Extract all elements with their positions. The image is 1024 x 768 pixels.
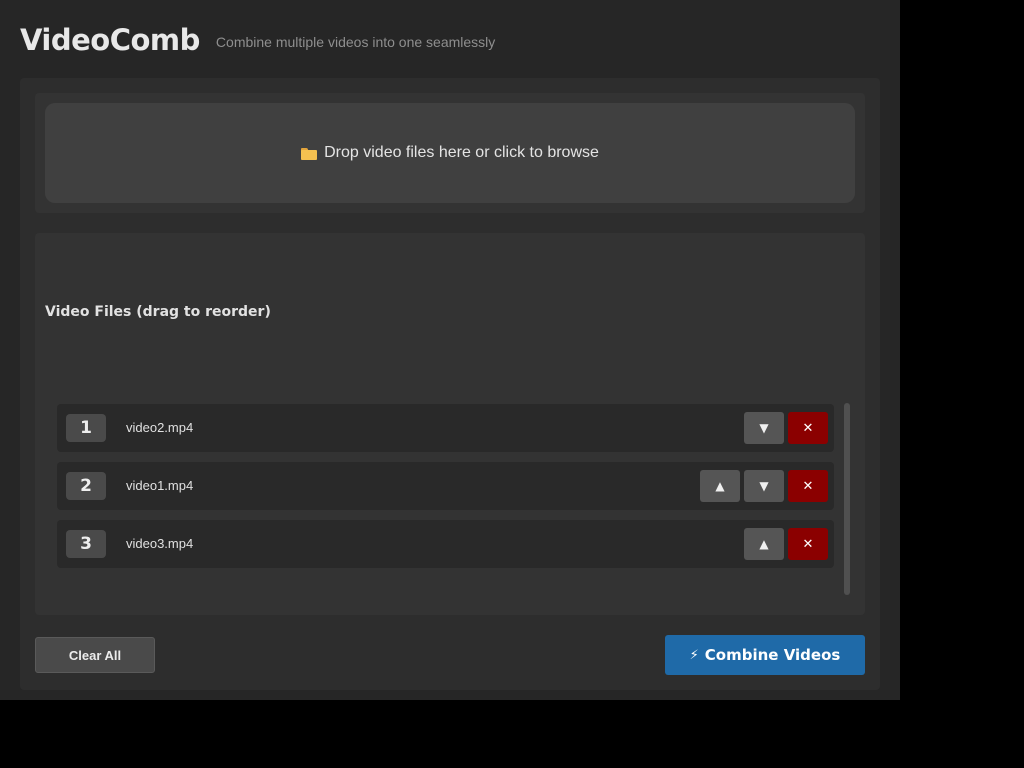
app-window: VideoComb Combine multiple videos into o… [0, 0, 900, 700]
move-up-button[interactable]: ▲ [700, 470, 740, 502]
file-row[interactable]: 3 video3.mp4 ▲ ✕ [57, 520, 834, 568]
file-name: video1.mp4 [126, 478, 194, 493]
drop-zone-text: Drop video files here or click to browse [324, 144, 599, 161]
file-index-badge: 3 [66, 530, 106, 558]
app-subtitle: Combine multiple videos into one seamles… [215, 33, 496, 50]
lightning-icon: ⚡ [689, 647, 699, 663]
file-name: video3.mp4 [126, 536, 194, 551]
remove-button[interactable]: ✕ [788, 470, 828, 502]
move-down-button[interactable]: ▼ [744, 470, 784, 502]
files-panel: Video Files (drag to reorder) 1 video2.m… [35, 233, 865, 615]
main-panel: Drop video files here or click to browse… [20, 78, 880, 690]
row-actions: ▲ ✕ [744, 528, 828, 560]
row-actions: ▼ ✕ [744, 412, 828, 444]
clear-all-button[interactable]: Clear All [35, 637, 155, 673]
drop-zone-label: Drop video files here or click to browse [301, 144, 599, 162]
move-down-button[interactable]: ▼ [744, 412, 784, 444]
row-actions: ▲ ▼ ✕ [700, 470, 828, 502]
drop-zone-container: Drop video files here or click to browse [35, 93, 865, 213]
file-row[interactable]: 1 video2.mp4 ▼ ✕ [57, 404, 834, 452]
remove-button[interactable]: ✕ [788, 412, 828, 444]
combine-videos-label: Combine Videos [704, 646, 841, 664]
combine-videos-button[interactable]: ⚡ Combine Videos [665, 635, 865, 675]
file-row[interactable]: 2 video1.mp4 ▲ ▼ ✕ [57, 462, 834, 510]
file-list: 1 video2.mp4 ▼ ✕ 2 video1.mp4 ▲ ▼ ✕ 3 vi… [57, 404, 834, 578]
header: VideoComb Combine multiple videos into o… [20, 18, 495, 62]
files-heading: Video Files (drag to reorder) [45, 304, 271, 320]
app-title: VideoComb [20, 23, 200, 57]
file-index-badge: 2 [66, 472, 106, 500]
move-up-button[interactable]: ▲ [744, 528, 784, 560]
drop-zone[interactable]: Drop video files here or click to browse [45, 103, 855, 203]
file-list-scrollbar[interactable] [844, 403, 850, 595]
file-name: video2.mp4 [126, 420, 194, 435]
folder-icon [301, 147, 318, 160]
remove-button[interactable]: ✕ [788, 528, 828, 560]
file-index-badge: 1 [66, 414, 106, 442]
